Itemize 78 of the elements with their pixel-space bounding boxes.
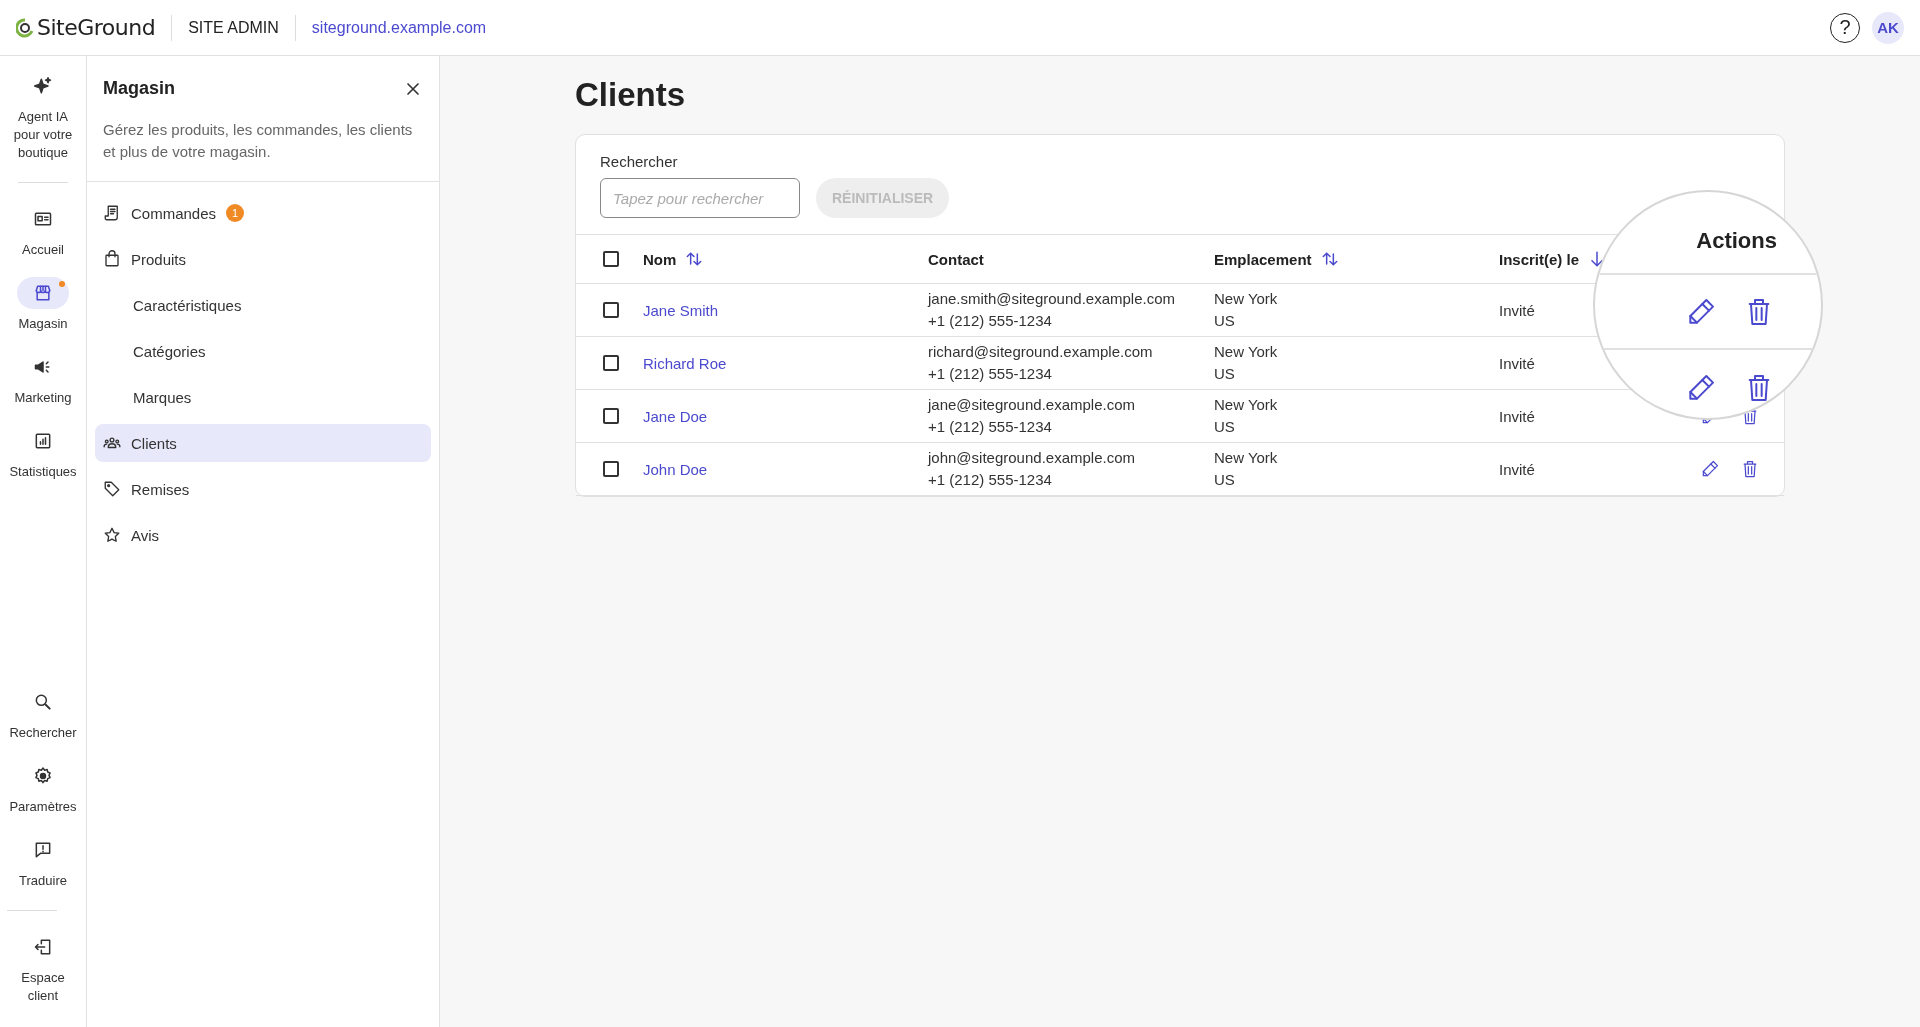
city-text: New York bbox=[1214, 449, 1279, 467]
registration-text: Invité bbox=[1499, 301, 1535, 319]
help-button[interactable]: ? bbox=[1830, 12, 1860, 43]
nav-item[interactable]: Caractéristiques bbox=[95, 286, 431, 324]
country-text: US bbox=[1214, 471, 1236, 489]
column-header[interactable]: Contact bbox=[928, 250, 984, 268]
exit-icon bbox=[33, 937, 53, 957]
pencil-icon bbox=[1700, 459, 1720, 479]
edit-button[interactable] bbox=[1700, 459, 1720, 479]
panel-title: Magasin bbox=[103, 78, 176, 99]
store-icon bbox=[33, 283, 53, 303]
nav-item[interactable]: Marques bbox=[95, 378, 431, 416]
sparkle-icon bbox=[33, 76, 53, 96]
nav-item[interactable]: Commandes 1 bbox=[95, 194, 431, 232]
nav-item[interactable]: Catégories bbox=[95, 332, 431, 370]
search-icon bbox=[33, 692, 53, 712]
gear-icon bbox=[33, 766, 53, 786]
phone-text: +1 (212) 555-1234 bbox=[928, 312, 1053, 330]
registration-text: Invité bbox=[1499, 354, 1535, 372]
rail-label: Statistiques bbox=[9, 463, 77, 481]
nav-item[interactable]: Produits bbox=[95, 240, 431, 278]
email-text: jane@siteground.example.com bbox=[928, 396, 1136, 414]
message-alert-icon bbox=[33, 840, 53, 860]
search-field[interactable]: Tapez pour rechercher bbox=[600, 178, 800, 218]
rail-label: Rechercher bbox=[9, 724, 77, 742]
customer-name-link[interactable]: Jane Doe bbox=[643, 407, 708, 425]
logo-text: SiteGround bbox=[37, 15, 156, 40]
chart-icon bbox=[33, 431, 53, 451]
rail-label: Agent IA pour votre boutique bbox=[12, 108, 74, 162]
country-text: US bbox=[1214, 418, 1236, 436]
rail-label: Paramètres bbox=[9, 798, 77, 816]
dashboard-icon bbox=[33, 209, 53, 229]
email-text: jane.smith@siteground.example.com bbox=[928, 290, 1176, 308]
country-text: US bbox=[1214, 312, 1236, 330]
nav-item[interactable]: Remises bbox=[95, 470, 431, 508]
rail-label: Traduire bbox=[19, 872, 67, 890]
panel-description: Gérez les produits, les commandes, les clients et plus de votre magasin. bbox=[103, 120, 414, 162]
section-title: SITE ADMIN bbox=[188, 18, 279, 37]
row-checkbox[interactable] bbox=[603, 461, 619, 477]
column-header[interactable]: Nom bbox=[643, 250, 677, 268]
star-icon bbox=[103, 526, 121, 544]
country-text: US bbox=[1214, 365, 1236, 383]
phone-text: +1 (212) 555-1234 bbox=[928, 365, 1053, 383]
rail-label: Accueil bbox=[22, 241, 64, 259]
count-badge: 1 bbox=[226, 204, 245, 222]
search-label: Rechercher bbox=[600, 153, 679, 170]
registration-text: Invité bbox=[1499, 460, 1535, 478]
rail-button[interactable] bbox=[17, 277, 69, 309]
page-title: Clients bbox=[575, 76, 687, 114]
shopping-bag-icon bbox=[103, 250, 121, 268]
nav-item[interactable]: Clients bbox=[95, 424, 431, 462]
row-checkbox[interactable] bbox=[603, 355, 619, 371]
email-text: john@siteground.example.com bbox=[928, 449, 1136, 467]
avatar[interactable]: AK bbox=[1872, 11, 1904, 44]
city-text: New York bbox=[1214, 290, 1279, 308]
city-text: New York bbox=[1214, 396, 1279, 414]
phone-text: +1 (212) 555-1234 bbox=[928, 471, 1053, 489]
email-text: richard@siteground.example.com bbox=[928, 343, 1154, 361]
rail-label: Magasin bbox=[18, 315, 68, 333]
column-header: Actions bbox=[1696, 228, 1777, 254]
swirl-logo-icon bbox=[16, 17, 34, 38]
rail-label: Espace client bbox=[20, 969, 66, 1005]
customer-name-link[interactable]: John Doe bbox=[643, 460, 708, 478]
city-text: New York bbox=[1214, 343, 1279, 361]
customer-name-link[interactable]: Richard Roe bbox=[643, 354, 727, 372]
select-all-checkbox[interactable] bbox=[603, 251, 619, 267]
nav-item[interactable]: Avis bbox=[95, 516, 431, 554]
column-header[interactable]: Emplacement bbox=[1214, 250, 1312, 268]
phone-text: +1 (212) 555-1234 bbox=[928, 418, 1053, 436]
row-checkbox[interactable] bbox=[603, 408, 619, 424]
row-checkbox[interactable] bbox=[603, 302, 619, 318]
domain-link[interactable]: siteground.example.com bbox=[311, 18, 487, 37]
registration-text: Invité bbox=[1499, 407, 1535, 425]
tag-icon bbox=[103, 480, 121, 498]
customer-name-link[interactable]: Jane Smith bbox=[643, 301, 719, 319]
column-header[interactable]: Inscrit(e) le bbox=[1499, 250, 1580, 268]
receipt-icon bbox=[103, 204, 121, 222]
rail-label: Marketing bbox=[14, 389, 72, 407]
